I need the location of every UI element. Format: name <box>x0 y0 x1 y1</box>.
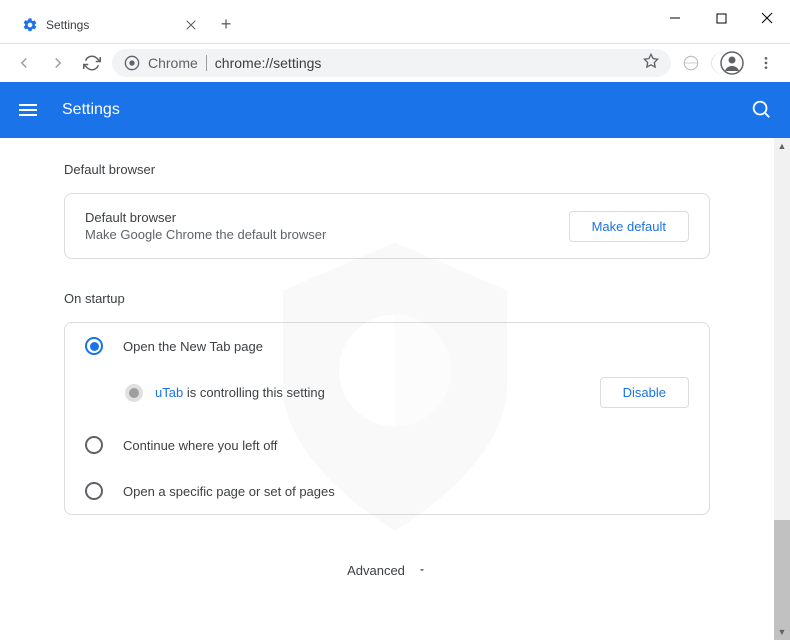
reload-button[interactable] <box>78 49 106 77</box>
chrome-icon <box>124 55 140 71</box>
minimize-button[interactable] <box>652 0 698 36</box>
chevron-down-icon <box>417 563 427 578</box>
section-heading-default-browser: Default browser <box>64 162 710 177</box>
new-tab-button[interactable]: + <box>216 14 236 34</box>
close-icon[interactable] <box>184 18 198 32</box>
startup-option-specific[interactable]: Open a specific page or set of pages <box>65 468 709 514</box>
header-title: Settings <box>62 101 120 119</box>
radio-label: Open a specific page or set of pages <box>123 484 335 499</box>
browser-titlebar: Settings + <box>0 0 790 44</box>
gear-icon <box>22 17 38 33</box>
default-browser-subtitle: Make Google Chrome the default browser <box>85 227 569 242</box>
forward-button[interactable] <box>44 49 72 77</box>
extension-controlled-notice: uTab is controlling this setting Disable <box>65 369 709 422</box>
kebab-menu-icon[interactable] <box>752 55 780 71</box>
section-heading-on-startup: On startup <box>64 291 710 306</box>
default-browser-title: Default browser <box>85 210 569 225</box>
extension-icon[interactable] <box>677 49 705 77</box>
scroll-down-icon[interactable]: ▼ <box>774 624 790 640</box>
radio-icon <box>85 482 103 500</box>
divider <box>206 55 207 71</box>
advanced-label: Advanced <box>347 563 405 578</box>
settings-header: Settings <box>0 82 790 138</box>
url-text: chrome://settings <box>215 55 322 71</box>
tab-title: Settings <box>46 18 176 32</box>
on-startup-card: Open the New Tab page uTab is controllin… <box>64 322 710 515</box>
extension-badge-icon <box>125 384 143 402</box>
scrollbar-thumb[interactable] <box>774 520 790 640</box>
scroll-up-icon[interactable]: ▲ <box>774 138 790 154</box>
maximize-button[interactable] <box>698 0 744 36</box>
startup-option-new-tab[interactable]: Open the New Tab page <box>65 323 709 369</box>
url-toolbar: Chrome chrome://settings <box>0 44 790 82</box>
radio-icon <box>85 436 103 454</box>
radio-label: Continue where you left off <box>123 438 277 453</box>
account-button[interactable] <box>711 50 746 76</box>
address-bar[interactable]: Chrome chrome://settings <box>112 49 671 77</box>
search-icon[interactable] <box>750 98 774 122</box>
controlled-text: uTab is controlling this setting <box>155 385 588 400</box>
startup-option-continue[interactable]: Continue where you left off <box>65 422 709 468</box>
radio-label: Open the New Tab page <box>123 339 263 354</box>
bookmark-star-icon[interactable] <box>643 53 659 74</box>
scrollbar[interactable]: ▲ ▼ <box>774 138 790 640</box>
radio-icon <box>85 337 103 355</box>
back-button[interactable] <box>10 49 38 77</box>
hamburger-icon[interactable] <box>16 98 40 122</box>
default-browser-card: Default browser Make Google Chrome the d… <box>64 193 710 259</box>
url-scheme: Chrome <box>148 55 198 71</box>
window-controls <box>652 0 790 36</box>
disable-extension-button[interactable]: Disable <box>600 377 689 408</box>
settings-content: Default browser Default browser Make Goo… <box>0 138 790 640</box>
make-default-button[interactable]: Make default <box>569 211 689 242</box>
close-window-button[interactable] <box>744 0 790 36</box>
advanced-toggle[interactable]: Advanced <box>64 547 710 594</box>
browser-tab[interactable]: Settings <box>8 8 208 42</box>
